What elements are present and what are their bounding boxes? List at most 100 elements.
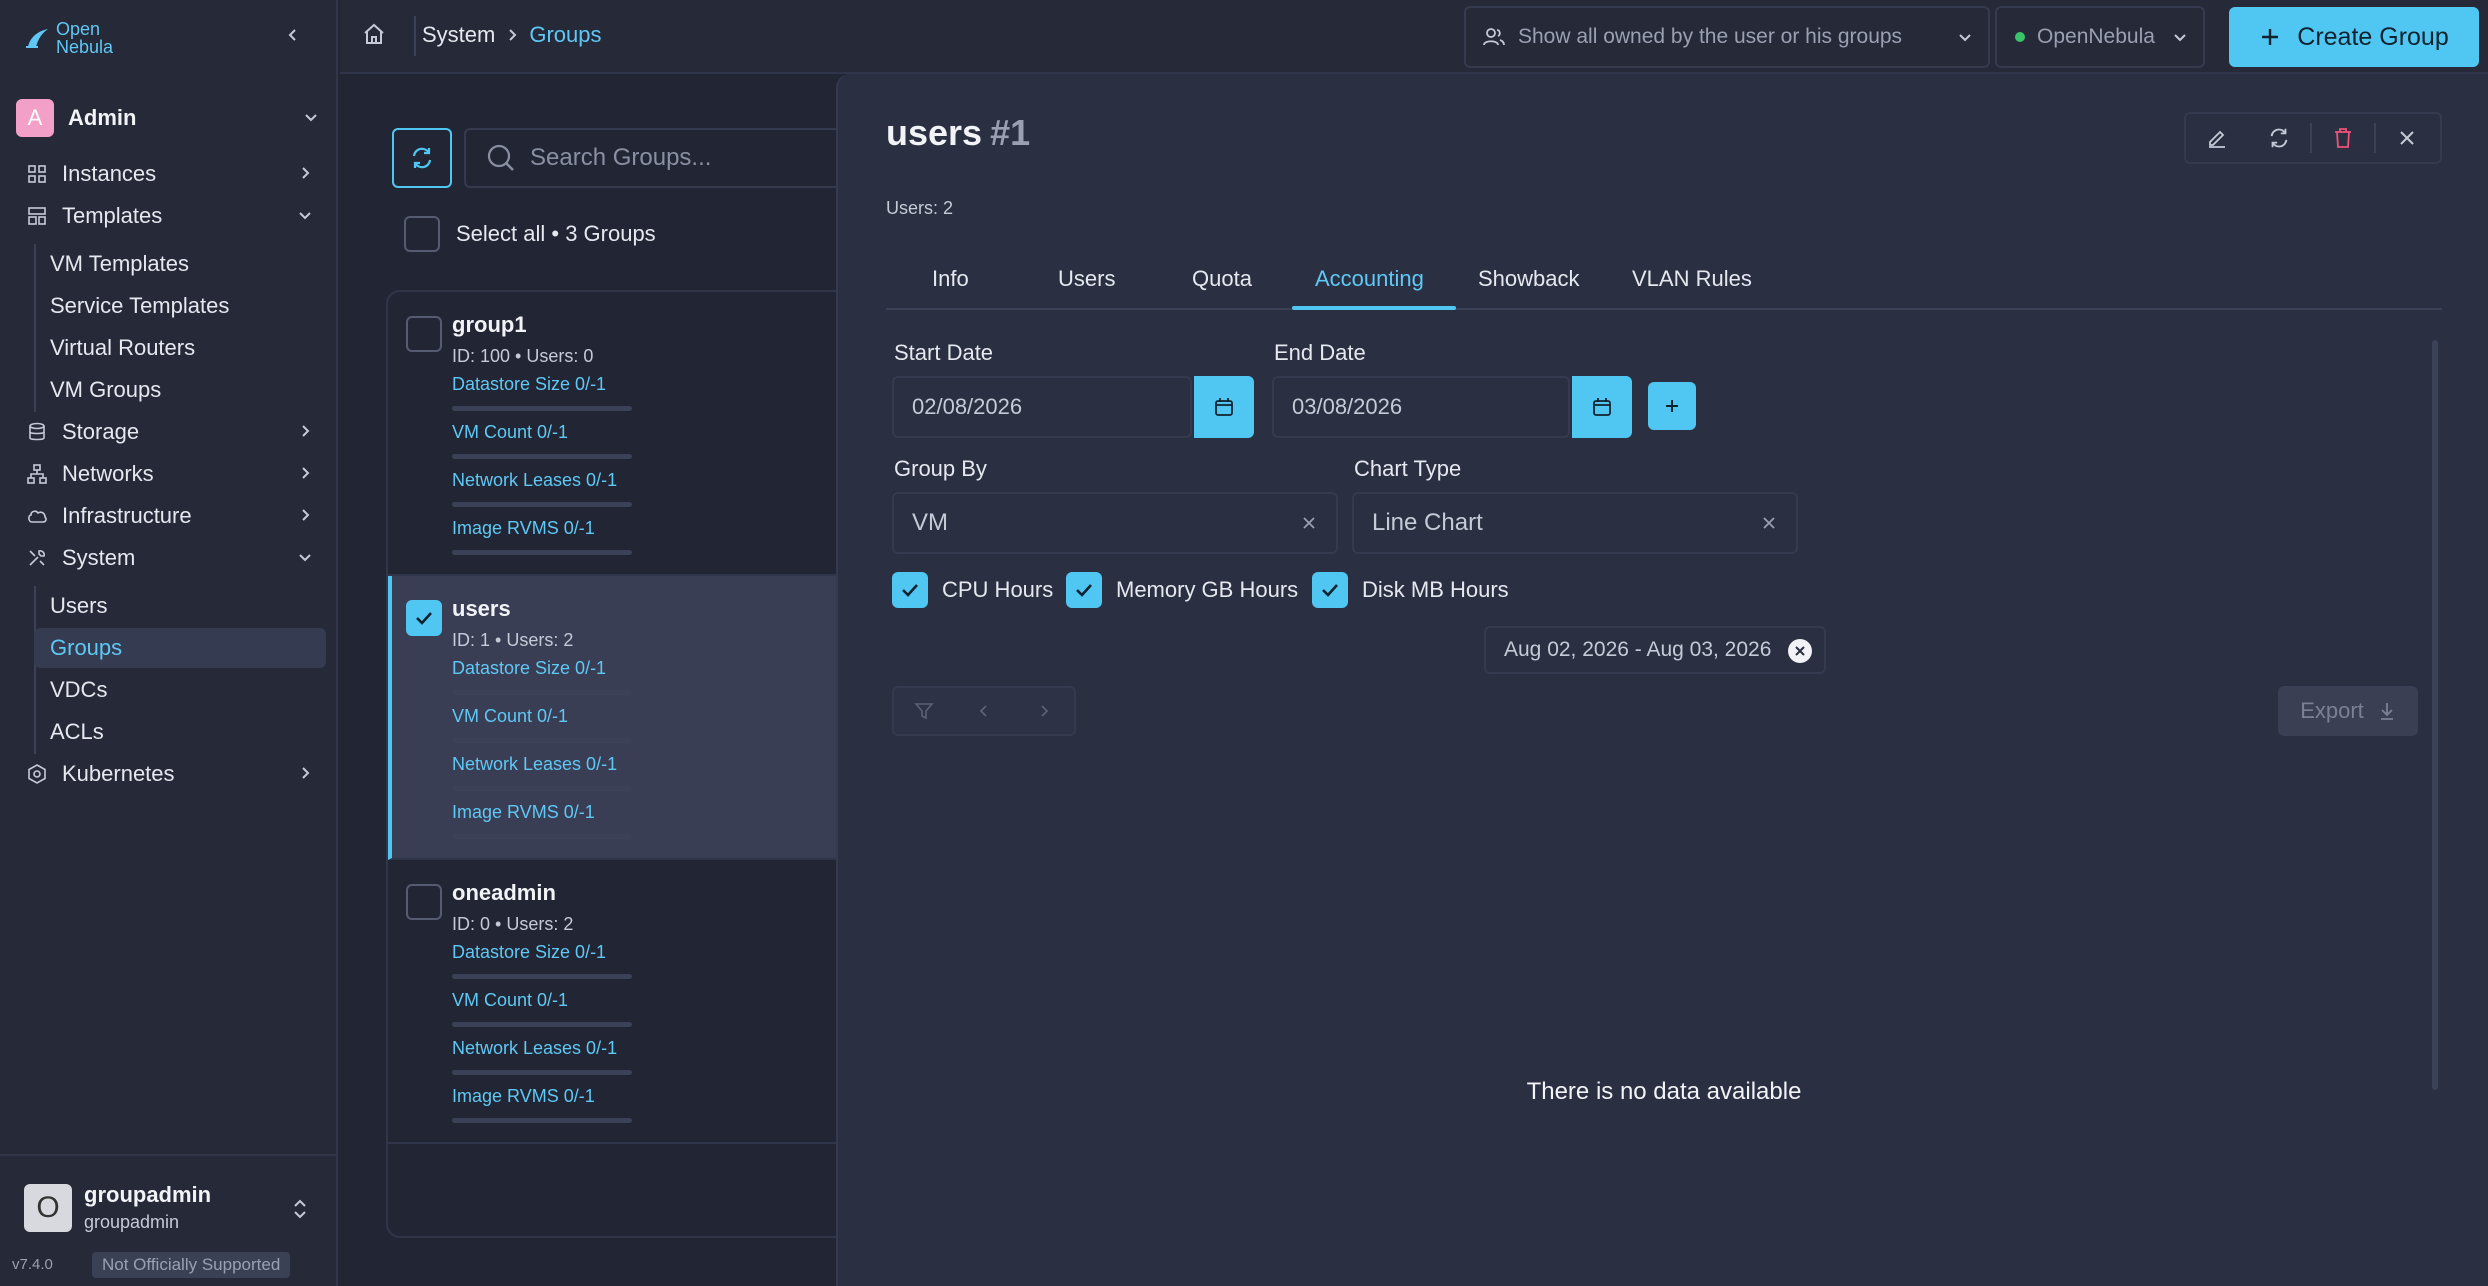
sidebar-item-system[interactable]: System [16, 538, 328, 578]
metric-checkbox[interactable] [892, 572, 928, 608]
delete-button[interactable] [2312, 114, 2374, 162]
start-date-input[interactable]: 02/08/2026 [892, 376, 1192, 438]
clear-icon[interactable] [1760, 514, 1778, 532]
template-icon [24, 203, 50, 229]
tab-showback[interactable]: Showback [1478, 266, 1580, 292]
metric-memory-gb-hours[interactable]: Memory GB Hours [1066, 572, 1298, 608]
home-button[interactable] [362, 22, 386, 46]
metric-cpu-hours[interactable]: CPU Hours [892, 572, 1053, 608]
sidebar-item-label: Users [50, 593, 108, 618]
remove-range-button[interactable] [1788, 639, 1812, 663]
tools-icon [24, 545, 50, 571]
row-checkbox[interactable] [406, 884, 442, 920]
tab-accounting[interactable]: Accounting [1315, 266, 1424, 292]
account-menu[interactable]: O groupadmin groupadmin [24, 1182, 211, 1233]
select-all-checkbox[interactable] [404, 216, 440, 252]
end-date-label: End Date [1274, 340, 1366, 365]
quota-bar [452, 550, 632, 555]
metric-checkbox[interactable] [1312, 572, 1348, 608]
row-checkbox[interactable] [406, 600, 442, 636]
view-name: Admin [68, 105, 137, 130]
quota-bar [452, 834, 632, 839]
end-date-picker-button[interactable] [1572, 376, 1632, 438]
group-name: group1 [452, 312, 527, 337]
start-date-picker-button[interactable] [1194, 376, 1254, 438]
refresh-list-button[interactable] [392, 128, 452, 188]
detail-scrollbar[interactable] [2432, 340, 2438, 1090]
refresh-icon [412, 147, 432, 169]
create-group-label: Create Group [2297, 22, 2449, 51]
tab-users[interactable]: Users [1058, 266, 1115, 292]
chart-prev-button[interactable] [954, 688, 1014, 734]
sidebar-item-vm-templates[interactable]: VM Templates [34, 244, 326, 284]
opennebula-logo[interactable]: Open Nebula [24, 20, 113, 56]
view-selector[interactable]: A Admin [16, 98, 328, 138]
refresh-detail-button[interactable] [2248, 114, 2310, 162]
users-icon [1483, 28, 1505, 46]
unfold-icon[interactable] [290, 1196, 310, 1222]
sidebar-item-virtual-routers[interactable]: Virtual Routers [34, 328, 326, 368]
quota-bar [452, 406, 632, 411]
sidebar-item-label: Instances [62, 161, 157, 186]
create-group-button[interactable]: Create Group [2229, 7, 2479, 67]
sidebar-item-label: VDCs [50, 677, 108, 702]
group-name: oneadmin [452, 880, 556, 905]
zone-select[interactable]: OpenNebula [1995, 6, 2205, 68]
group-by-select[interactable]: VM [892, 492, 1338, 554]
owner-filter-select[interactable]: Show all owned by the user or his groups [1464, 6, 1990, 68]
plus-icon [1666, 400, 1678, 412]
group-card-group1[interactable]: group1 ID: 100 • Users: 0 Datastore Size… [388, 292, 904, 576]
chart-filter-button[interactable] [894, 688, 954, 734]
sidebar-item-groups[interactable]: Groups [34, 628, 326, 668]
sidebar-item-templates[interactable]: Templates [16, 196, 328, 236]
clear-icon[interactable] [1300, 514, 1318, 532]
breadcrumb-groups[interactable]: Groups [529, 22, 601, 48]
metric-checkbox[interactable] [1066, 572, 1102, 608]
close-detail-button[interactable] [2376, 114, 2438, 162]
tab-info[interactable]: Info [932, 266, 969, 292]
close-icon [2400, 131, 2414, 145]
close-icon [1795, 646, 1805, 656]
sidebar-item-users[interactable]: Users [34, 586, 326, 626]
rename-button[interactable] [2186, 114, 2248, 162]
quota-label: VM Count 0/-1 [452, 706, 569, 726]
breadcrumb-system[interactable]: System [422, 22, 495, 48]
sidebar-item-infrastructure[interactable]: Infrastructure [16, 496, 328, 536]
trash-icon [2335, 128, 2351, 148]
tab-quota[interactable]: Quota [1192, 266, 1252, 292]
sidebar-item-storage[interactable]: Storage [16, 412, 328, 452]
group-by-label: Group By [894, 456, 987, 481]
sidebar-item-networks[interactable]: Networks [16, 454, 328, 494]
sidebar-item-kubernetes[interactable]: Kubernetes [16, 754, 328, 794]
export-label: Export [2300, 698, 2364, 723]
calendar-icon [1593, 398, 1611, 416]
breadcrumb: System Groups [422, 22, 602, 48]
sidebar-item-vdcs[interactable]: VDCs [34, 670, 326, 710]
chart-next-button[interactable] [1014, 688, 1074, 734]
check-icon [416, 612, 432, 625]
sidebar-item-label: Templates [62, 203, 163, 228]
select-all[interactable]: Select all • 3 Groups [404, 216, 656, 252]
collapse-sidebar-button[interactable] [280, 22, 306, 48]
sidebar-item-acls[interactable]: ACLs [34, 712, 326, 752]
date-range-chip[interactable]: Aug 02, 2026 - Aug 03, 2026 [1484, 626, 1826, 674]
sidebar-item-service-templates[interactable]: Service Templates [34, 286, 326, 326]
metric-disk-mb-hours[interactable]: Disk MB Hours [1312, 572, 1509, 608]
group-card-users[interactable]: users ID: 1 • Users: 2 Datastore Size 0/… [388, 576, 904, 860]
network-icon [24, 461, 50, 487]
chart-type-select[interactable]: Line Chart [1352, 492, 1798, 554]
sidebar-item-instances[interactable]: Instances [16, 154, 328, 194]
chevron-right-icon [302, 767, 310, 779]
chart-type-label: Chart Type [1354, 456, 1462, 481]
search-placeholder: Search Groups... [530, 144, 712, 171]
row-checkbox[interactable] [406, 316, 442, 352]
add-date-range-button[interactable] [1648, 382, 1696, 430]
export-button[interactable]: Export [2278, 686, 2418, 736]
group-card-oneadmin[interactable]: oneadmin ID: 0 • Users: 2 Datastore Size… [388, 860, 904, 1144]
search-groups-input[interactable]: Search Groups... [464, 128, 864, 188]
end-date-input[interactable]: 03/08/2026 [1272, 376, 1570, 438]
sidebar-item-vm-groups[interactable]: VM Groups [34, 370, 326, 410]
tab-vlan-rules[interactable]: VLAN Rules [1632, 266, 1752, 292]
quota-label: Image RVMS 0/-1 [452, 1086, 595, 1106]
quota-bar [452, 1070, 632, 1075]
